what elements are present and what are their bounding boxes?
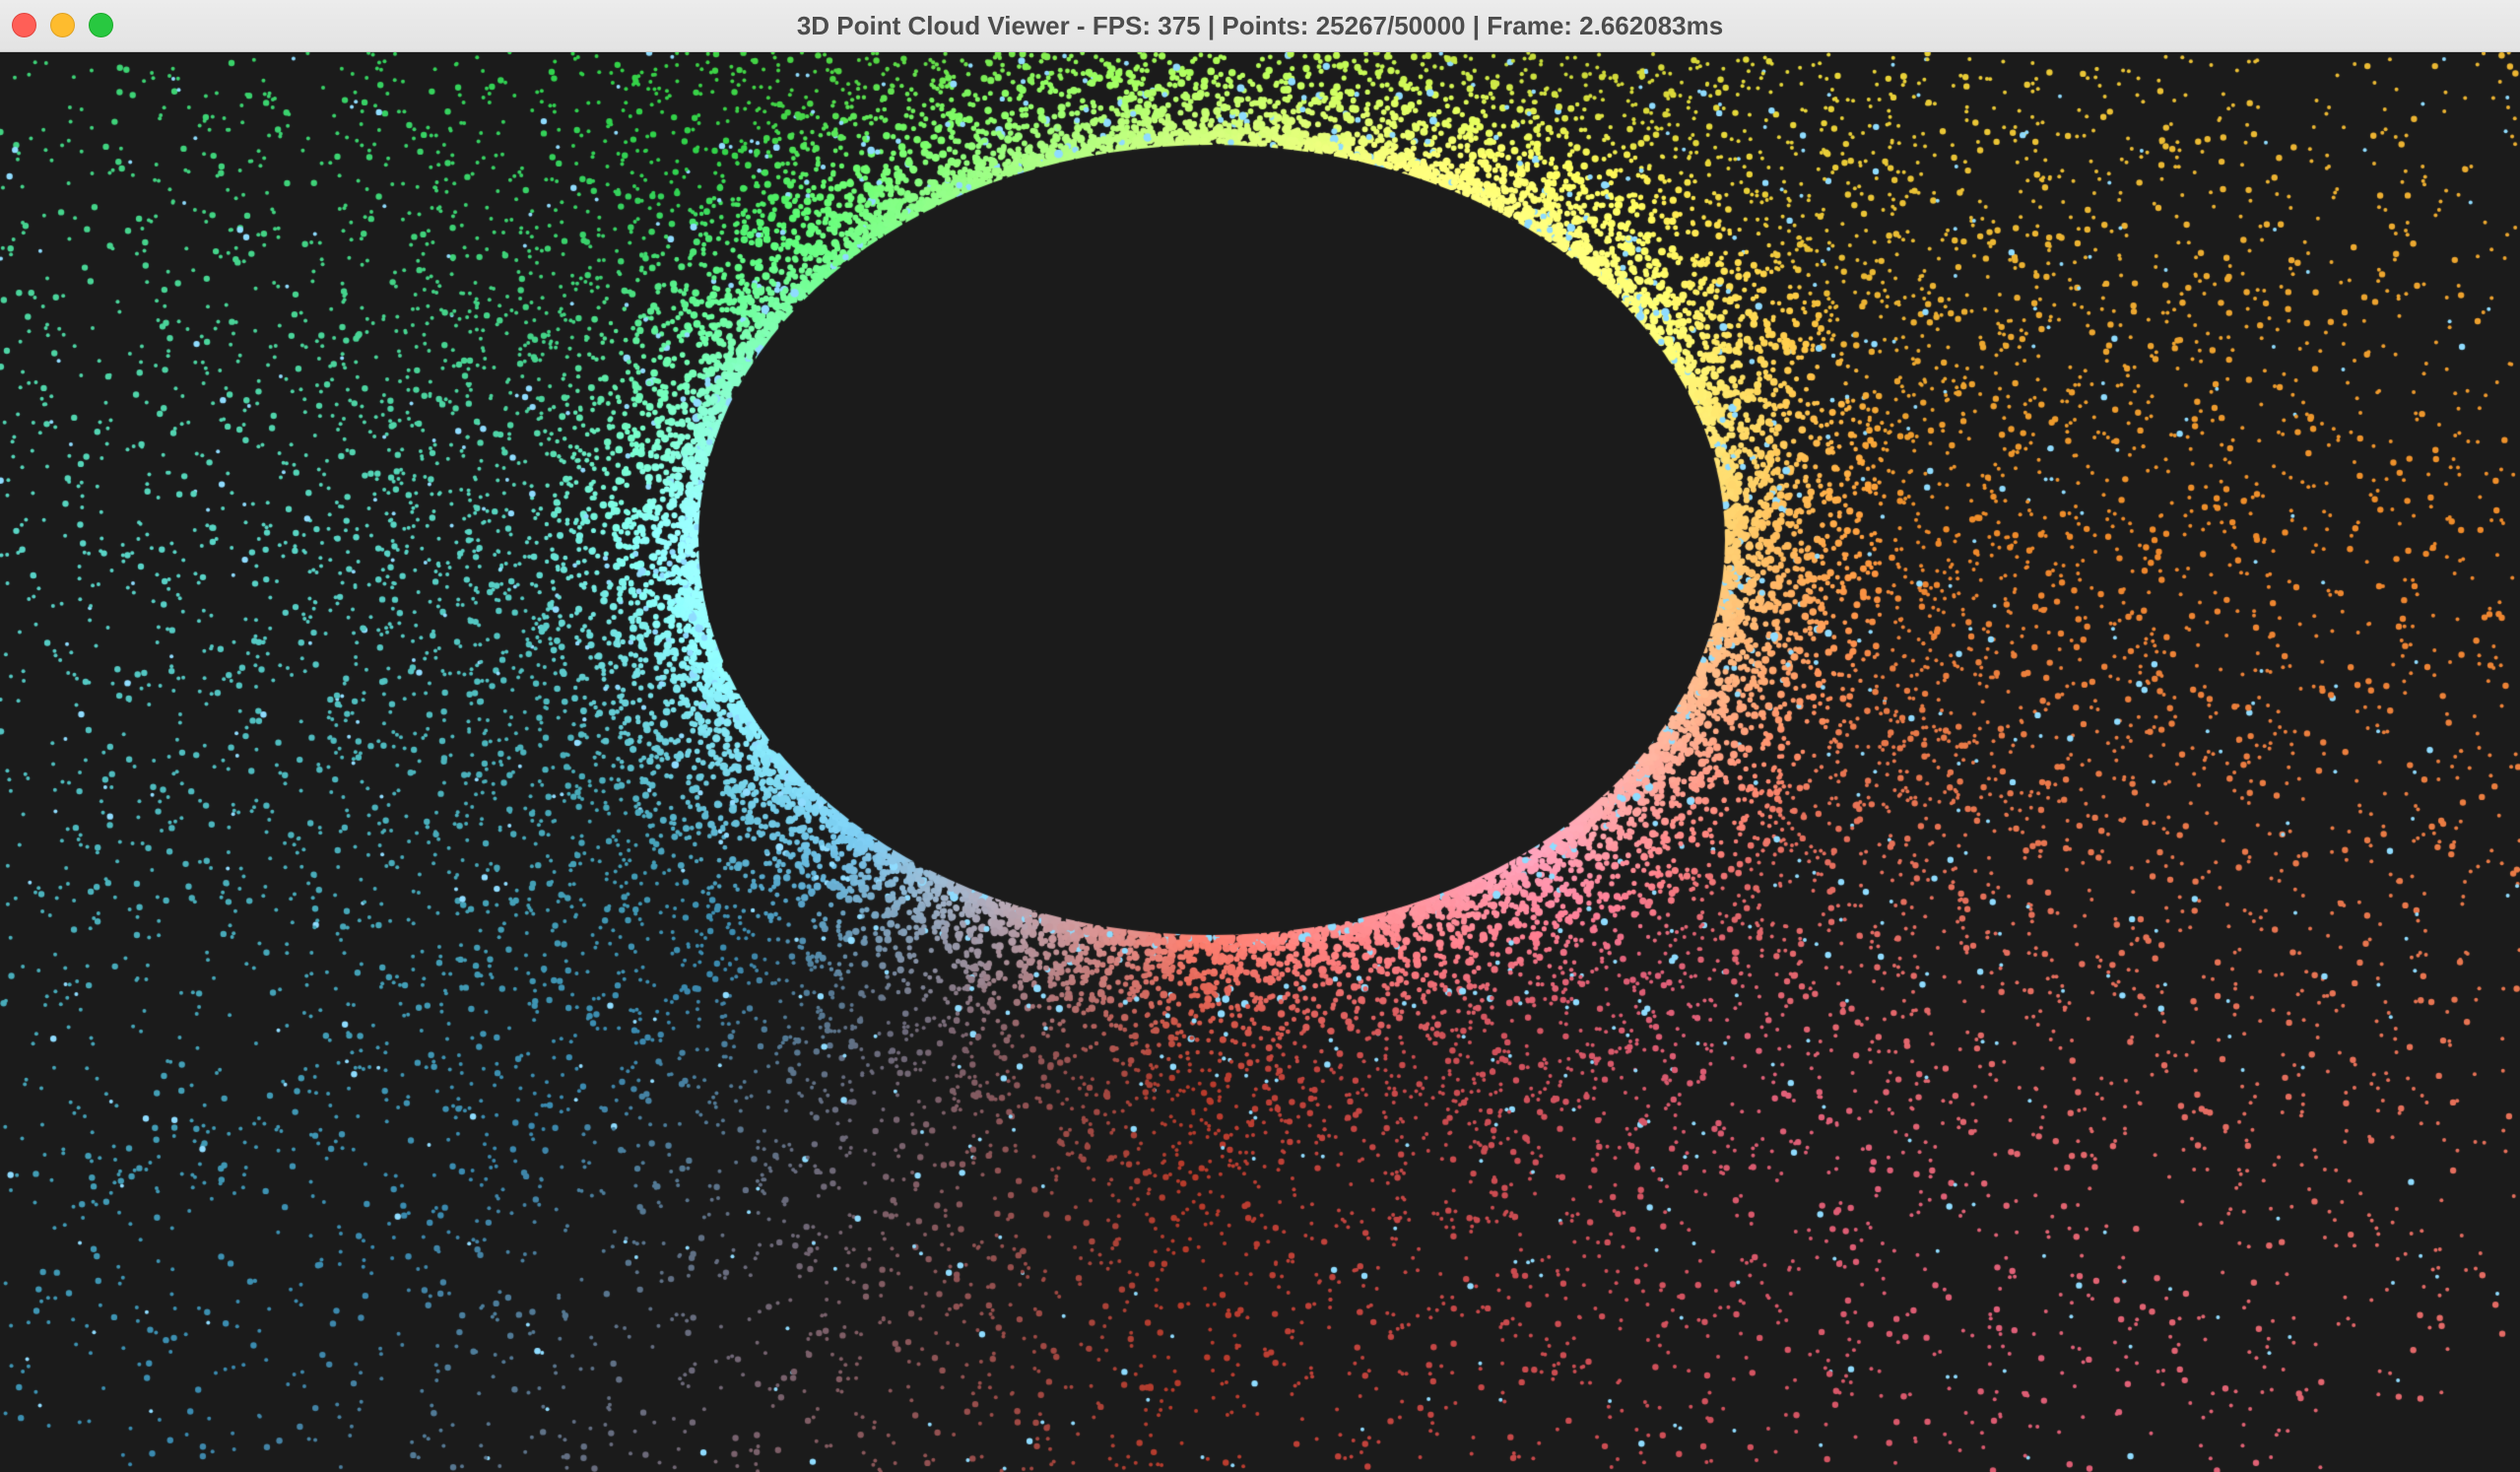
app-window: 3D Point Cloud Viewer - FPS: 375 | Point… [0, 0, 2520, 1472]
window-title: 3D Point Cloud Viewer - FPS: 375 | Point… [796, 11, 1724, 40]
point-cloud-canvas[interactable] [0, 52, 2520, 1472]
point-cloud-viewport[interactable] [0, 52, 2520, 1472]
title-bar[interactable]: 3D Point Cloud Viewer - FPS: 375 | Point… [0, 0, 2520, 52]
